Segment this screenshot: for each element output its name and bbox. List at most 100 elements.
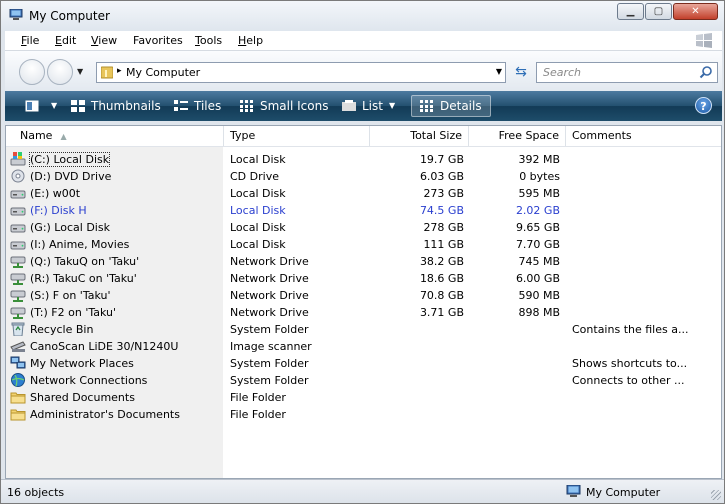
item-type: CD Drive: [230, 170, 279, 183]
menu-edit[interactable]: Edit: [55, 34, 76, 47]
recent-pages-dropdown[interactable]: ▼: [77, 67, 83, 76]
item-type: Local Disk: [230, 187, 286, 200]
computer-icon: [9, 9, 23, 20]
table-row[interactable]: (D:) DVD Drive CD Drive 6.03 GB 0 bytes: [6, 168, 721, 185]
item-type: Network Drive: [230, 306, 309, 319]
menu-edit-label: dit: [61, 34, 77, 47]
chevron-down-icon: ▼: [388, 101, 396, 110]
table-row[interactable]: (S:) F on 'Taku' Network Drive 70.8 GB 590 …: [6, 287, 721, 304]
folder-icon: [10, 409, 26, 421]
title-bar[interactable]: My Computer ▁ ▢ ✕: [1, 1, 724, 31]
item-total-size: 18.6 GB: [419, 272, 464, 285]
item-name[interactable]: Shared Documents: [30, 391, 135, 404]
minimize-button[interactable]: ▁: [617, 3, 644, 20]
dvd-drive-icon: [11, 169, 25, 183]
menu-view[interactable]: View: [91, 34, 117, 47]
item-name[interactable]: (D:) DVD Drive: [30, 170, 111, 183]
small-icons-button[interactable]: Small Icons: [240, 95, 328, 117]
file-list: Name ▲ Type Total Size Free Space Comment…: [5, 125, 722, 479]
menu-file[interactable]: File: [21, 34, 39, 47]
details-icon: [420, 100, 433, 112]
item-total-size: 6.03 GB: [419, 170, 464, 183]
table-row[interactable]: My Network Places System Folder Shows shor…: [6, 355, 721, 372]
item-type: Network Drive: [230, 289, 309, 302]
column-comments[interactable]: Comments: [566, 126, 721, 146]
item-name[interactable]: (G:) Local Disk: [30, 221, 110, 234]
menu-help[interactable]: Help: [238, 34, 263, 47]
table-row[interactable]: Shared Documents File Folder: [6, 389, 721, 406]
tiles-button[interactable]: Tiles: [174, 95, 221, 117]
menu-edit-accel: E: [55, 34, 62, 47]
table-row[interactable]: (G:) Local Disk Local Disk 278 GB 9.65 GB: [6, 219, 721, 236]
menu-favorites[interactable]: Favorites: [133, 34, 183, 47]
forward-button[interactable]: [47, 59, 73, 85]
table-row[interactable]: Administrator's Documents File Folder: [6, 406, 721, 423]
item-name[interactable]: (F:) Disk H: [30, 204, 87, 217]
item-name[interactable]: (E:) w00t: [30, 187, 80, 200]
column-free-label: Free Space: [498, 129, 559, 142]
item-comments: Shows shortcuts to...: [572, 357, 688, 370]
search-input[interactable]: Search: [536, 62, 718, 83]
item-name[interactable]: (I:) Anime, Movies: [30, 238, 129, 251]
item-name[interactable]: (Q:) TakuQ on 'Taku': [30, 255, 139, 268]
address-dropdown-icon[interactable]: ▼: [496, 67, 502, 76]
network-drive-icon: [10, 307, 26, 319]
breadcrumb-separator[interactable]: ▸: [117, 66, 122, 76]
item-name[interactable]: (C:) Local Disk: [28, 152, 111, 167]
item-free-space: 595 MB: [518, 187, 560, 200]
item-type: System Folder: [230, 323, 309, 336]
refresh-button[interactable]: ⇆: [510, 62, 532, 83]
menu-bar: File Edit View Favorites Tools Help: [5, 31, 722, 51]
item-name[interactable]: CanoScan LiDE 30/N1240U: [30, 340, 178, 353]
hard-drive-icon: [10, 241, 26, 250]
item-name[interactable]: (S:) F on 'Taku': [30, 289, 110, 302]
table-row[interactable]: (F:) Disk H Local Disk 74.5 GB 2.02 GB: [6, 202, 721, 219]
folder-icon: [10, 392, 26, 404]
menu-tools[interactable]: Tools: [195, 34, 222, 47]
maximize-button[interactable]: ▢: [645, 3, 672, 20]
item-free-space: 0 bytes: [519, 170, 560, 183]
details-button[interactable]: Details: [411, 95, 491, 117]
item-name[interactable]: (R:) TakuC on 'Taku': [30, 272, 137, 285]
table-row[interactable]: (I:) Anime, Movies Local Disk 111 GB 7.70 G…: [6, 236, 721, 253]
item-name[interactable]: My Network Places: [30, 357, 134, 370]
address-text[interactable]: My Computer: [126, 66, 200, 79]
item-name[interactable]: Administrator's Documents: [30, 408, 180, 421]
table-row[interactable]: Recycle Bin System Folder Contains the fil…: [6, 321, 721, 338]
computer-icon: [566, 485, 581, 497]
item-name[interactable]: Network Connections: [30, 374, 147, 387]
column-name-label: Name: [20, 129, 53, 142]
help-button[interactable]: ?: [695, 97, 712, 114]
item-name[interactable]: (T:) F2 on 'Taku': [30, 306, 116, 319]
thumbnails-label: Thumbnails: [91, 99, 161, 113]
views-menu-button[interactable]: ▼: [25, 95, 57, 117]
tiles-icon: [174, 100, 188, 111]
item-total-size: 278 GB: [423, 221, 464, 234]
column-name[interactable]: Name ▲: [6, 126, 224, 146]
item-free-space: 2.02 GB: [515, 204, 560, 217]
table-row[interactable]: (R:) TakuC on 'Taku' Network Drive 18.6 GB…: [6, 270, 721, 287]
table-row[interactable]: CanoScan LiDE 30/N1240U Image scanner: [6, 338, 721, 355]
search-icon[interactable]: [699, 65, 713, 79]
table-row[interactable]: Network Connections System Folder Connects…: [6, 372, 721, 389]
back-button[interactable]: [19, 59, 45, 85]
item-total-size: 38.2 GB: [419, 255, 464, 268]
recycle-bin-icon: [11, 322, 25, 336]
column-type[interactable]: Type: [224, 126, 370, 146]
item-free-space: 392 MB: [518, 153, 560, 166]
thumbnails-button[interactable]: Thumbnails: [71, 95, 161, 117]
address-bar[interactable]: ▸ My Computer ▼: [96, 62, 506, 83]
table-row[interactable]: (Q:) TakuQ on 'Taku' Network Drive 38.2 GB…: [6, 253, 721, 270]
list-button[interactable]: List ▼: [342, 95, 395, 117]
table-row[interactable]: (C:) Local Disk Local Disk 19.7 GB 392 MB: [6, 151, 721, 168]
close-button[interactable]: ✕: [673, 3, 718, 20]
table-row[interactable]: (T:) F2 on 'Taku' Network Drive 3.71 GB 898…: [6, 304, 721, 321]
table-row[interactable]: (E:) w00t Local Disk 273 GB 595 MB: [6, 185, 721, 202]
item-name[interactable]: Recycle Bin: [30, 323, 93, 336]
menu-file-label: ile: [26, 34, 40, 47]
column-free-space[interactable]: Free Space: [469, 126, 566, 146]
column-total-size[interactable]: Total Size: [370, 126, 469, 146]
list-icon: [342, 100, 356, 111]
menu-tools-label: ools: [199, 34, 223, 47]
resize-grip[interactable]: [711, 490, 721, 500]
